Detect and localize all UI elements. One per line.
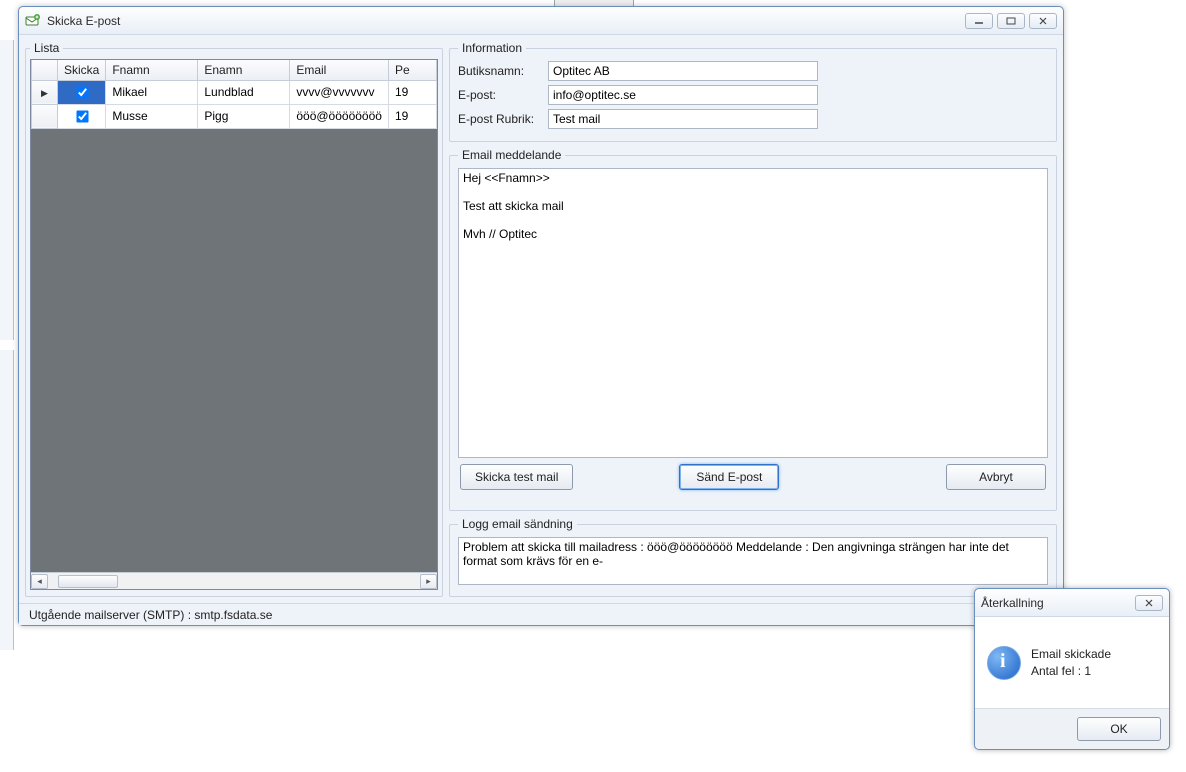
lista-legend: Lista (30, 41, 63, 55)
skicka-checkbox[interactable] (76, 86, 88, 98)
log-group: Logg email sändning (449, 517, 1057, 597)
popup-ok-button[interactable]: OK (1077, 717, 1161, 741)
cell-email[interactable]: vvvv@vvvvvvv (290, 80, 389, 104)
lista-group: Lista Skicka Fnamn Enamn Email Pe (25, 41, 443, 597)
row-header[interactable] (32, 80, 58, 104)
scroll-left-button[interactable]: ◂ (31, 574, 48, 589)
minimize-button[interactable] (965, 13, 993, 29)
recipients-grid[interactable]: Skicka Fnamn Enamn Email Pe MikaelLundbl… (30, 59, 438, 590)
cell-fnamn[interactable]: Musse (106, 104, 198, 128)
message-body[interactable] (458, 168, 1048, 458)
epost-input[interactable] (548, 85, 818, 105)
information-legend: Information (458, 41, 526, 55)
log-output[interactable] (458, 537, 1048, 585)
statusbar: Utgående mailserver (SMTP) : smtp.fsdata… (19, 603, 1063, 625)
table-row[interactable]: MikaelLundbladvvvv@vvvvvvv19 (32, 80, 437, 104)
popup-close-button[interactable] (1135, 595, 1163, 611)
rubrik-input[interactable] (548, 109, 818, 129)
grid-horizontal-scrollbar[interactable]: ◂ ▸ (31, 572, 437, 589)
col-enamn[interactable]: Enamn (198, 60, 290, 80)
information-group: Information Butiksnamn: E-post: E-post R… (449, 41, 1057, 142)
cell-last[interactable]: 19 (388, 104, 436, 128)
titlebar[interactable]: Skicka E-post (19, 7, 1063, 35)
cancel-button[interactable]: Avbryt (946, 464, 1046, 490)
scroll-right-button[interactable]: ▸ (420, 574, 437, 589)
popup-line2: Antal fel : 1 (1031, 663, 1111, 680)
rubrik-label: E-post Rubrik: (458, 112, 548, 126)
popup-titlebar[interactable]: Återkallning (975, 589, 1169, 617)
col-last[interactable]: Pe (388, 60, 436, 80)
send-test-button[interactable]: Skicka test mail (460, 464, 573, 490)
log-legend: Logg email sändning (458, 517, 577, 531)
col-email[interactable]: Email (290, 60, 389, 80)
scroll-thumb[interactable] (58, 575, 118, 588)
cell-last[interactable]: 19 (388, 80, 436, 104)
grid-corner[interactable] (32, 60, 58, 80)
row-header[interactable] (32, 104, 58, 128)
cell-fnamn[interactable]: Mikael (106, 80, 198, 104)
cell-skicka[interactable] (58, 104, 106, 128)
info-icon (987, 646, 1021, 680)
statusbar-text: Utgående mailserver (SMTP) : smtp.fsdata… (29, 608, 272, 622)
popup-message: Email skickade Antal fel : 1 (1031, 646, 1111, 680)
col-skicka[interactable]: Skicka (58, 60, 106, 80)
popup-line1: Email skickade (1031, 646, 1111, 663)
epost-label: E-post: (458, 88, 548, 102)
col-fnamn[interactable]: Fnamn (106, 60, 198, 80)
popup-title: Återkallning (981, 596, 1044, 610)
cell-email[interactable]: ööö@öööööööö (290, 104, 389, 128)
send-email-window: Skicka E-post Lista (18, 6, 1064, 626)
table-row[interactable]: MussePiggööö@öööööööö19 (32, 104, 437, 128)
butiksnamn-input[interactable] (548, 61, 818, 81)
message-legend: Email meddelande (458, 148, 565, 162)
mail-icon (25, 13, 41, 29)
butiksnamn-label: Butiksnamn: (458, 64, 548, 78)
cell-skicka[interactable] (58, 80, 106, 104)
cell-enamn[interactable]: Lundblad (198, 80, 290, 104)
message-group: Email meddelande Skicka test mail Sänd E… (449, 148, 1057, 511)
skicka-checkbox[interactable] (76, 110, 88, 122)
close-button[interactable] (1029, 13, 1057, 29)
window-title: Skicka E-post (47, 14, 120, 28)
cell-enamn[interactable]: Pigg (198, 104, 290, 128)
send-email-button[interactable]: Sänd E-post (679, 464, 779, 490)
maximize-button[interactable] (997, 13, 1025, 29)
recall-dialog: Återkallning Email skickade Antal fel : … (974, 588, 1170, 750)
